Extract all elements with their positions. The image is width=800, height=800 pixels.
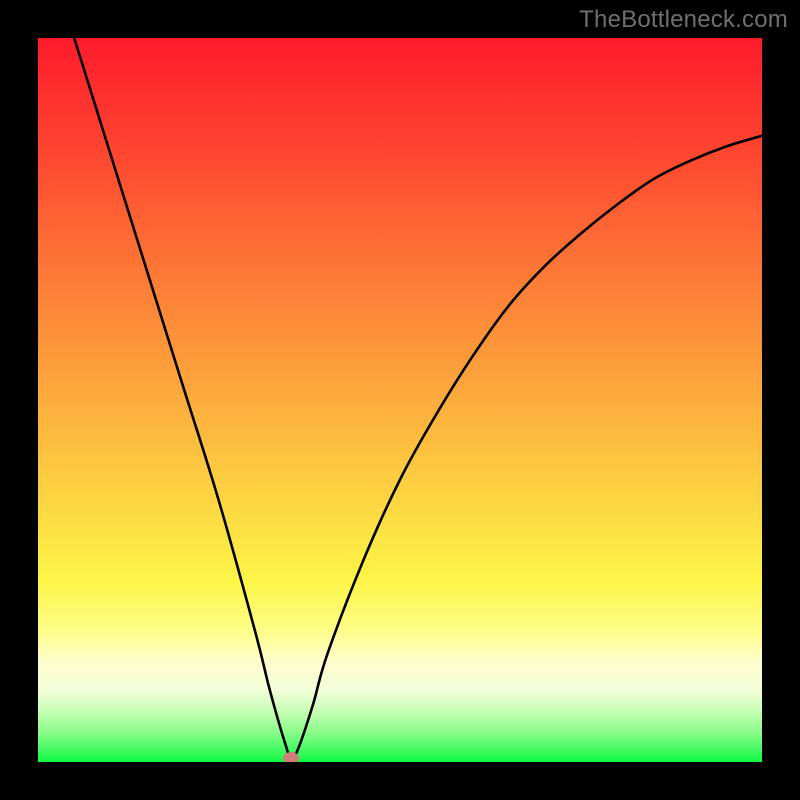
chart-frame [38,38,762,762]
watermark-text: TheBottleneck.com [579,6,788,34]
bottleneck-curve [38,38,762,762]
optimal-point-marker [283,752,299,762]
